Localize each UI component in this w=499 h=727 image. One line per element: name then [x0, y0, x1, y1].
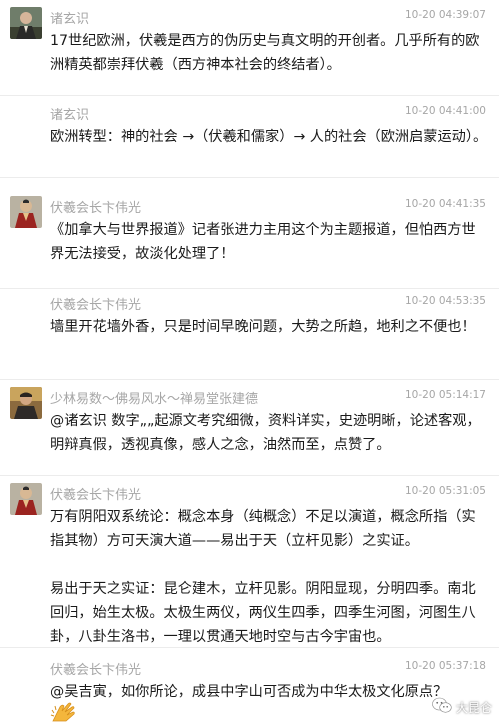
- comment-item: 少林易数～佛易风水～禅易堂张建德 10-20 05:14:17 @诸玄识 数字„…: [0, 380, 499, 476]
- comment-author[interactable]: 伏羲会长卞伟光: [50, 294, 141, 313]
- comment-item: 伏羲会长卞伟光 10-20 04:41:35 《加拿大与世界报道》记者张进力主用…: [0, 189, 499, 289]
- avatar[interactable]: [10, 7, 42, 39]
- comment-item: 诸玄识 10-20 04:39:07 17世纪欧洲，伏羲是西方的伪历史与真文明的…: [0, 0, 499, 96]
- comment-timestamp: 10-20 05:31:05: [404, 485, 486, 497]
- watermark-text: 大昆仑: [455, 700, 492, 715]
- comment-author[interactable]: 伏羲会长卞伟光: [50, 659, 141, 678]
- comment-timestamp: 10-20 04:53:35: [404, 295, 486, 307]
- comment-timestamp: 10-20 05:14:17: [404, 389, 486, 401]
- comment-timestamp: 10-20 04:41:00: [404, 105, 486, 117]
- comment-item: 伏羲会长卞伟光 10-20 04:53:35 墙里开花墙外香，只是时间早晚问题，…: [0, 286, 499, 380]
- comment-text: 欧洲转型：神的社会 →（伏羲和儒家）→ 人的社会（欧洲启蒙运动）。: [50, 129, 488, 145]
- comment-text: @吴吉寅，如你所论，成县中字山可否成为中华太极文化原点？: [50, 684, 448, 700]
- comment-text: 《加拿大与世界报道》记者张进力主用这个为主题报道，但怕西方世界无法接受，故淡化处…: [50, 222, 476, 262]
- comment-author[interactable]: 诸玄识: [50, 8, 89, 27]
- comment-text: 17世纪欧洲，伏羲是西方的伪历史与真文明的开创者。几乎所有的欧洲精英都崇拜伏羲（…: [50, 33, 480, 73]
- comment-text: @诸玄识 数字„„起源文考究细微，资料详实，史迹明晰，论述客观，明辩真假，透视真…: [50, 413, 481, 453]
- avatar[interactable]: [10, 483, 42, 515]
- comment-timestamp: 10-20 04:41:35: [404, 198, 486, 210]
- comment-text: 墙里开花墙外香，只是时间早晚问题，大势之所趋，地利之不便也！: [50, 319, 476, 335]
- comment-item: 伏羲会长卞伟光 10-20 05:31:05 万有阴阳双系统论：概念本身（纯概念…: [0, 476, 499, 648]
- comment-item: 诸玄识 10-20 04:41:00 欧洲转型：神的社会 →（伏羲和儒家）→ 人…: [0, 96, 499, 178]
- clapping-hands-emoji: [50, 701, 76, 723]
- watermark: 大昆仑: [432, 697, 492, 717]
- comment-timestamp: 10-20 04:39:07: [404, 9, 486, 21]
- comment-author[interactable]: 伏羲会长卞伟光: [50, 484, 141, 503]
- avatar[interactable]: [10, 196, 42, 228]
- wechat-icon: [432, 697, 452, 717]
- comment-author[interactable]: 伏羲会长卞伟光: [50, 197, 141, 216]
- comment-timestamp: 10-20 05:37:18: [404, 660, 486, 672]
- comment-author[interactable]: 少林易数～佛易风水～禅易堂张建德: [50, 388, 258, 407]
- avatar[interactable]: [10, 387, 42, 419]
- comment-text: 万有阴阳双系统论：概念本身（纯概念）不足以演道，概念所指（实指其物）方可天演大道…: [50, 509, 476, 645]
- comment-author[interactable]: 诸玄识: [50, 104, 89, 123]
